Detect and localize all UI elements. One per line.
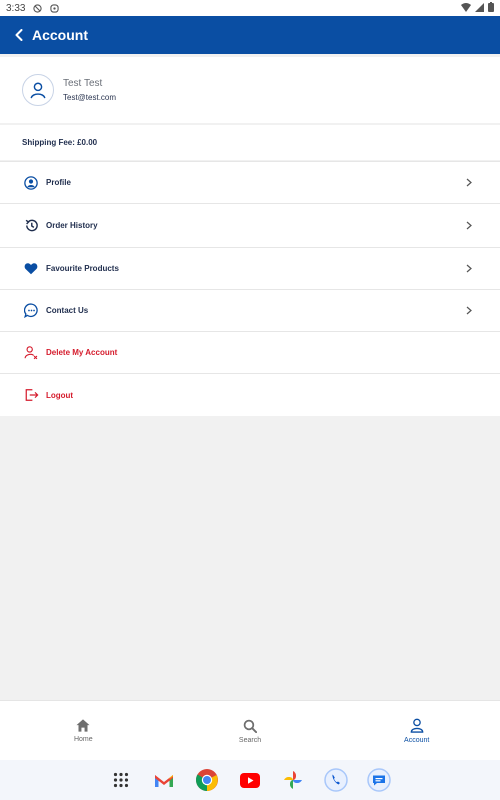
signal-icon [475,2,484,15]
chevron-right-icon [466,221,474,231]
no-disturb-icon [33,3,43,13]
nav-label: Account [404,737,430,744]
chevron-right-icon [466,306,474,316]
android-taskbar [0,760,500,800]
menu-item-label: Logout [46,390,74,400]
chevron-right-icon [466,264,474,274]
chevron-left-icon [15,29,23,41]
app-drawer-icon[interactable] [109,768,133,792]
nav-label: Search [238,736,262,744]
delete-user-icon [23,345,39,361]
nav-search[interactable]: Search [167,701,334,761]
chrome-icon[interactable] [195,768,219,792]
page-title: Account [32,27,88,43]
search-icon [243,719,257,733]
chevron-right-icon [466,178,474,188]
account-menu: Profile Order History Favourite Products… [0,161,500,416]
status-bar: 3:33 [0,0,500,16]
logout-icon [23,387,39,403]
avatar [22,74,54,106]
nav-home[interactable]: Home [0,701,167,761]
user-email: Test@test.com [63,93,117,102]
youtube-icon[interactable] [238,768,262,792]
wifi-icon [461,2,471,15]
menu-item-label: Order History [46,221,98,230]
nav-account[interactable]: Account [333,701,500,761]
app-bar: Account [0,16,500,54]
chat-icon [23,303,39,319]
menu-item-logout[interactable]: Logout [0,373,500,416]
menu-item-label: Favourite Products [46,264,119,273]
profile-icon [23,175,39,191]
account-icon [410,718,424,733]
battery-icon [488,2,494,15]
menu-item-order-history[interactable]: Order History [0,203,500,247]
notification-app-icon [50,3,60,13]
menu-item-label: Profile [46,178,71,187]
menu-item-label: Contact Us [46,306,89,315]
menu-item-favourite-products[interactable]: Favourite Products [0,247,500,289]
user-card: Test Test Test@test.com [0,57,500,123]
phone-icon[interactable] [324,768,348,792]
photos-icon[interactable] [281,768,305,792]
menu-item-delete-account[interactable]: Delete My Account [0,331,500,373]
history-icon [23,218,39,234]
status-time: 3:33 [6,2,26,14]
back-button[interactable] [12,28,26,42]
menu-item-profile[interactable]: Profile [0,161,500,203]
messages-icon[interactable] [367,768,391,792]
shipping-fee-text: Shipping Fee: £0.00 [22,138,98,147]
gmail-icon[interactable] [152,768,176,792]
heart-icon [23,261,39,277]
user-name: Test Test [63,78,103,89]
bottom-nav: Home Search Account [0,700,500,761]
nav-label: Home [73,736,93,743]
home-icon [76,719,90,732]
menu-item-contact-us[interactable]: Contact Us [0,289,500,331]
user-icon [30,82,46,99]
shipping-fee-bar: Shipping Fee: £0.00 [0,125,500,160]
menu-item-label: Delete My Account [46,348,118,357]
